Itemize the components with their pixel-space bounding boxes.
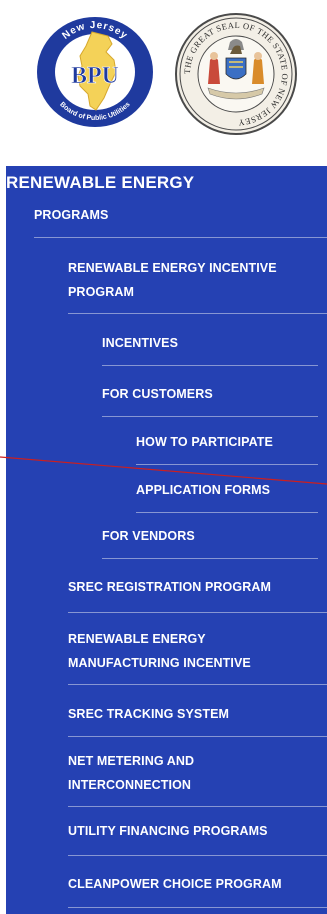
nav-item-line: MANUFACTURING INCENTIVE [68, 656, 251, 670]
nav-title[interactable]: RENEWABLE ENERGY [6, 171, 194, 195]
nav-divider [102, 558, 318, 559]
nav-item-cleanpower-choice-program[interactable]: CLEANPOWER CHOICE PROGRAM [68, 872, 282, 896]
nav-divider [68, 612, 327, 613]
nav-item-programs[interactable]: PROGRAMS [34, 203, 108, 227]
nav-item-line: RENEWABLE ENERGY INCENTIVE [68, 261, 277, 275]
nav-item-line: PROGRAM [68, 285, 134, 299]
nav-item-application-forms[interactable]: APPLICATION FORMS [136, 478, 270, 502]
nav-item-how-to-participate[interactable]: HOW TO PARTICIPATE [136, 430, 273, 454]
nav-item-srec-tracking-system[interactable]: SREC TRACKING SYSTEM [68, 702, 229, 726]
nav-item-srec-registration-program[interactable]: SREC REGISTRATION PROGRAM [68, 575, 271, 599]
nav-item-renewable-energy-manufacturing-incentive[interactable]: RENEWABLE ENERGY MANUFACTURING INCENTIVE [68, 627, 326, 675]
nav-divider [102, 416, 318, 417]
nav-item-line: NET METERING AND [68, 754, 195, 768]
nav-item-incentives[interactable]: INCENTIVES [102, 331, 178, 355]
nav-divider [68, 907, 327, 908]
nav-divider [136, 512, 318, 513]
nav-item-line: INTERCONNECTION [68, 778, 192, 792]
nav-item-for-customers[interactable]: FOR CUSTOMERS [102, 382, 213, 406]
nav-divider [68, 313, 327, 314]
side-navigation: RENEWABLE ENERGY PROGRAMS RENEWABLE ENER… [6, 166, 327, 914]
nav-divider [68, 806, 327, 807]
nav-divider [68, 684, 327, 685]
nav-item-line: RENEWABLE ENERGY [68, 632, 206, 646]
bpu-center-text: BPU [71, 63, 119, 89]
nav-divider [68, 736, 327, 737]
nav-divider [34, 237, 327, 238]
nav-item-for-vendors[interactable]: FOR VENDORS [102, 524, 195, 548]
nav-item-renewable-energy-incentive-program[interactable]: RENEWABLE ENERGY INCENTIVE PROGRAM [68, 256, 326, 304]
site-header: BPU New Jersey Board of Public Utilities… [0, 0, 327, 138]
nav-divider [68, 855, 327, 856]
state-seal-logo[interactable]: THE GREAT SEAL OF THE STATE OF NEW JERSE… [174, 12, 298, 136]
seal-shield-icon [225, 57, 247, 80]
nav-divider [102, 365, 318, 366]
nav-divider [136, 464, 318, 465]
nav-item-utility-financing-programs[interactable]: UTILITY FINANCING PROGRAMS [68, 819, 268, 843]
bpu-logo[interactable]: BPU New Jersey Board of Public Utilities [34, 14, 156, 130]
nav-item-net-metering-and-interconnection[interactable]: NET METERING AND INTERCONNECTION [68, 749, 326, 797]
